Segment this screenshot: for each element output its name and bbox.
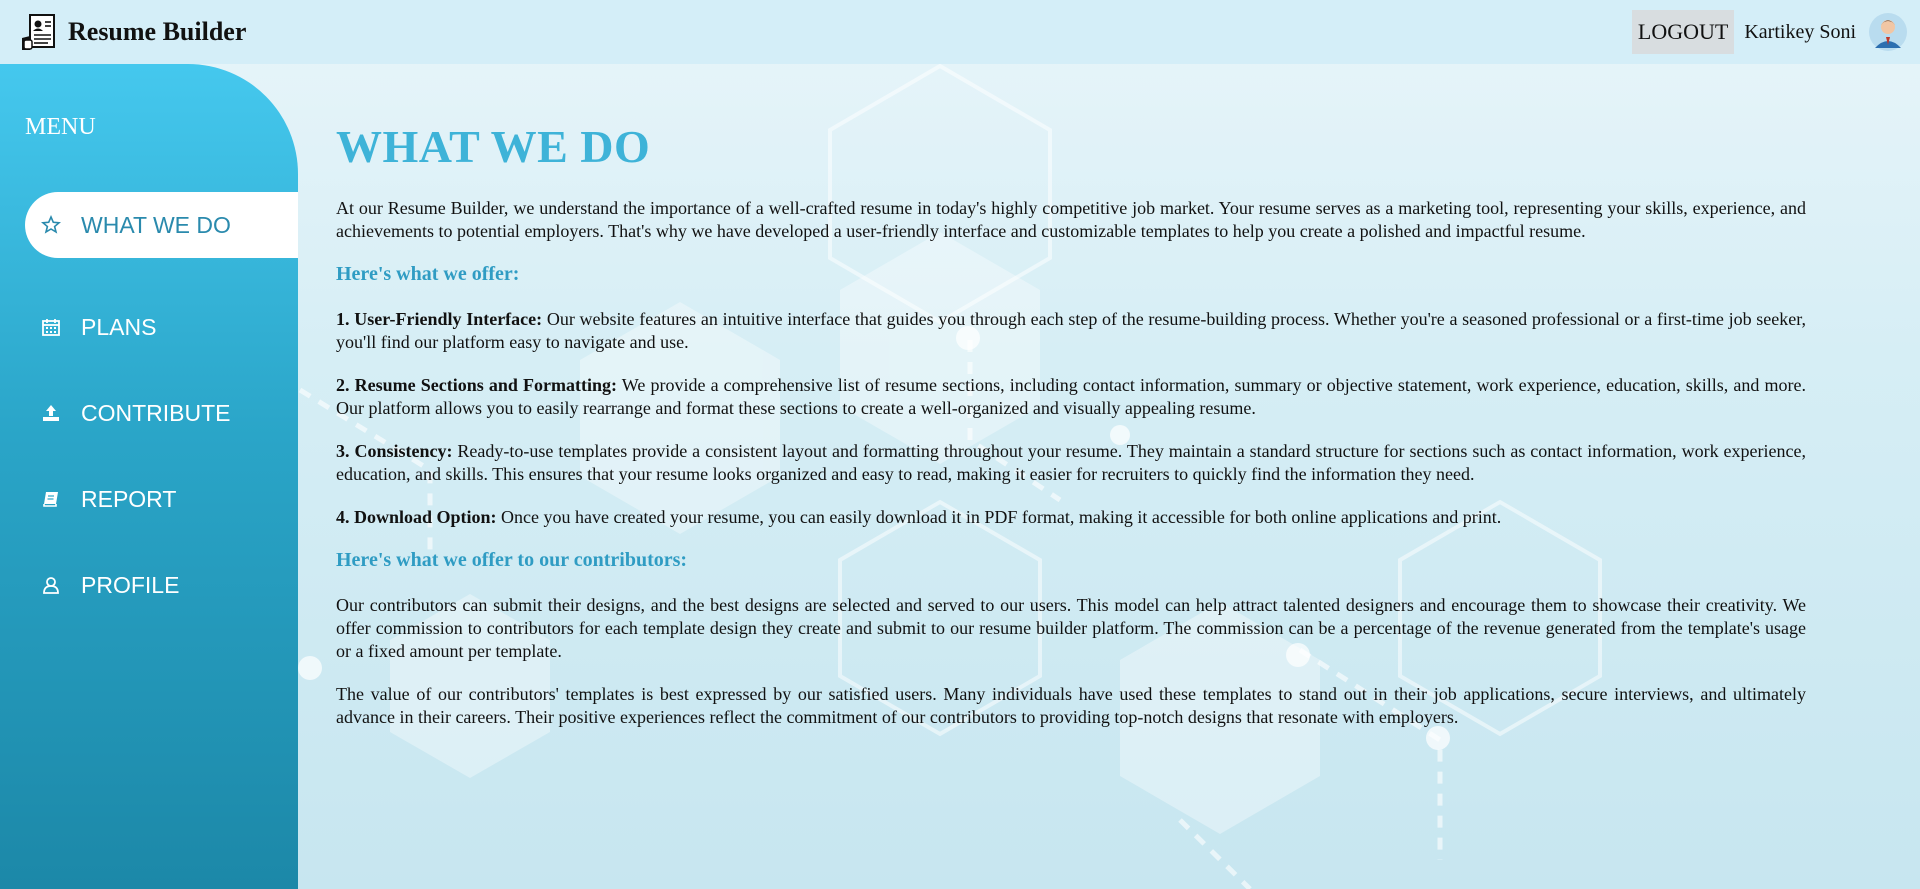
offer-item-text: Ready-to-use templates provide a consist… xyxy=(336,441,1807,484)
header-user-area: LOGOUT Kartikey Soni xyxy=(1631,0,1920,64)
user-name: Kartikey Soni xyxy=(1744,20,1856,43)
sidebar-item-label: PLANS xyxy=(81,313,157,340)
offer-item: 2. Resume Sections and Formatting: We pr… xyxy=(336,374,1806,420)
sidebar-item-label: WHAT WE DO xyxy=(81,211,231,238)
user-icon xyxy=(41,575,61,595)
sidebar-item-profile[interactable]: PROFILE xyxy=(25,552,298,618)
contributors-heading: Here's what we offer to our contributors… xyxy=(336,549,688,571)
calendar-icon xyxy=(41,317,61,337)
contributors-paragraph-1: Our contributors can submit their design… xyxy=(336,595,1806,661)
offer-heading: Here's what we offer: xyxy=(336,263,520,285)
sidebar-item-contribute[interactable]: CONTRIBUTE xyxy=(25,380,298,446)
logout-button[interactable]: LOGOUT xyxy=(1631,10,1735,54)
sidebar: MENU WHAT WE DO PLANS CONTRIBUTE REPORT … xyxy=(0,64,298,889)
offer-item: 4. Download Option: Once you have create… xyxy=(336,506,1806,529)
sidebar-item-label: CONTRIBUTE xyxy=(81,399,231,426)
main-content: WHAT WE DO At our Resume Builder, we und… xyxy=(336,120,1806,749)
brand[interactable]: Resume Builder xyxy=(20,12,246,52)
book-icon xyxy=(41,489,61,509)
offer-item-text: Our website features an intuitive interf… xyxy=(336,309,1807,352)
offer-item-title: 3. Consistency: xyxy=(336,441,453,461)
sidebar-item-what-we-do[interactable]: WHAT WE DO xyxy=(25,192,298,258)
sidebar-item-label: REPORT xyxy=(81,485,177,512)
sidebar-item-plans[interactable]: PLANS xyxy=(25,294,298,360)
sidebar-item-report[interactable]: REPORT xyxy=(25,466,298,532)
resume-logo-icon xyxy=(22,14,55,50)
page-title: WHAT WE DO xyxy=(336,121,651,172)
offer-item-text: Once you have created your resume, you c… xyxy=(501,507,1502,527)
offer-item-title: 4. Download Option: xyxy=(336,507,497,527)
avatar[interactable] xyxy=(1868,12,1908,52)
sidebar-item-label: PROFILE xyxy=(81,571,180,598)
menu-title: MENU xyxy=(25,114,96,140)
offer-item: 1. User-Friendly Interface: Our website … xyxy=(336,308,1806,354)
intro-paragraph: At our Resume Builder, we understand the… xyxy=(336,198,1806,241)
top-header: Resume Builder LOGOUT Kartikey Soni xyxy=(0,0,1920,64)
star-icon xyxy=(41,215,61,235)
offer-item: 3. Consistency: Ready-to-use templates p… xyxy=(336,440,1806,486)
offer-item-title: 1. User-Friendly Interface: xyxy=(336,309,543,329)
offer-item-title: 2. Resume Sections and Formatting: xyxy=(336,375,617,395)
upload-icon xyxy=(41,403,61,423)
contributors-paragraph-2: The value of our contributors' templates… xyxy=(336,684,1806,727)
brand-title: Resume Builder xyxy=(68,17,247,46)
